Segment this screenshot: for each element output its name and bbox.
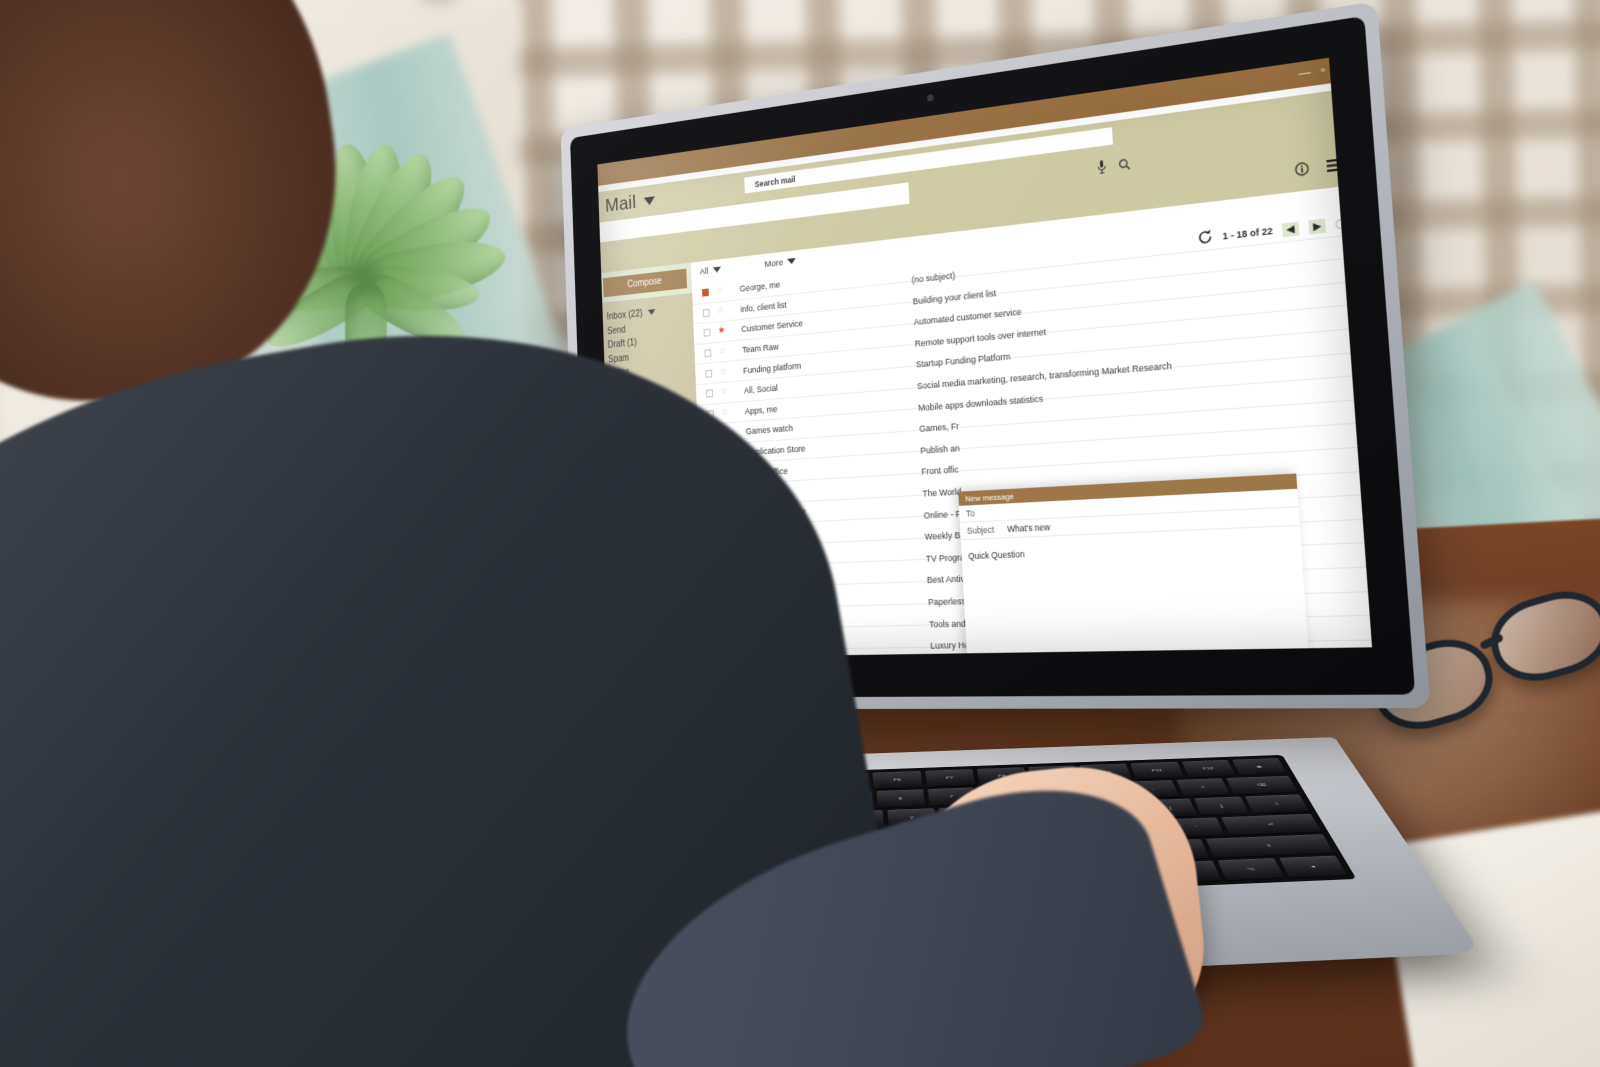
row-checkbox[interactable]: [703, 329, 711, 338]
close-button[interactable]: X: [1334, 61, 1343, 75]
keyboard-key[interactable]: ⌫: [1226, 775, 1298, 795]
more-actions-dropdown[interactable]: More: [764, 256, 797, 270]
compose-body-textarea[interactable]: Quick Question: [961, 526, 1318, 659]
webcam-icon: [926, 93, 934, 102]
keyboard-key[interactable]: ◂: [1279, 855, 1348, 878]
app-title: Mail: [604, 191, 637, 217]
sidebar-item-label: Draft (1): [607, 337, 638, 351]
row-checkbox[interactable]: [704, 349, 712, 358]
star-icon[interactable]: ★: [718, 326, 726, 337]
chevron-down-icon[interactable]: [647, 305, 656, 320]
email-subject: Luxury Ho: [930, 640, 970, 651]
search-icon[interactable]: [1118, 157, 1131, 173]
select-all-label: All: [699, 265, 709, 277]
more-label: More: [764, 257, 784, 270]
minimize-button[interactable]: —: [1298, 65, 1311, 79]
compose-subject-label: Subject: [966, 524, 995, 536]
info-icon[interactable]: [1294, 161, 1309, 179]
compose-to-label: To: [965, 508, 975, 519]
keyboard-key[interactable]: F11: [1130, 761, 1185, 780]
star-icon[interactable]: ☆: [720, 387, 728, 398]
keyboard-key[interactable]: \: [1244, 794, 1310, 814]
keyboard-key[interactable]: ⏏: [1231, 758, 1288, 776]
email-sender: Games watch: [745, 423, 794, 437]
keyboard-key[interactable]: ⇧: [1205, 834, 1334, 858]
keyboard-key[interactable]: F7: [924, 769, 976, 787]
star-icon[interactable]: ☆: [716, 285, 724, 296]
keyboard-key[interactable]: 6: [876, 789, 925, 808]
keyboard-key[interactable]: F6: [872, 771, 923, 789]
compose-window-title: New message: [964, 491, 1015, 503]
chevron-down-icon[interactable]: [643, 195, 656, 206]
star-icon[interactable]: ☆: [717, 305, 725, 316]
photo-scene: escF1F2F3F4F5F6F7F8F9F10F11F12⏏~12345678…: [0, 0, 1600, 1067]
search-placeholder: Search mail: [754, 173, 796, 189]
chevron-down-icon: [712, 266, 721, 274]
microphone-icon[interactable]: [1097, 160, 1107, 176]
row-checkbox[interactable]: [706, 389, 714, 398]
compose-minimize-button[interactable]: —: [1260, 490, 1269, 500]
row-checkbox[interactable]: [701, 288, 709, 297]
star-icon[interactable]: ☆: [719, 366, 727, 377]
maximize-button[interactable]: ▫: [1320, 63, 1325, 76]
compose-subject-value: What's new: [1007, 521, 1051, 535]
compose-window: New message — ▫ X To Subject What's new …: [958, 473, 1320, 659]
keyboard-key[interactable]: =: [1176, 778, 1230, 797]
keyboard-key[interactable]: ]: [1194, 796, 1249, 816]
keyboard-key[interactable]: ⌥: [1217, 858, 1285, 881]
star-icon[interactable]: ☆: [721, 407, 729, 418]
compose-close-button[interactable]: X: [1285, 489, 1292, 499]
compose-window-controls: — ▫ X: [1260, 489, 1292, 500]
row-checkbox[interactable]: [702, 308, 710, 318]
email-sender: Application Store: [746, 443, 806, 458]
compose-button[interactable]: Compose: [602, 268, 688, 298]
row-checkbox[interactable]: [705, 369, 713, 378]
keyboard-key[interactable]: ⏎: [1220, 813, 1322, 836]
select-all-dropdown[interactable]: All: [699, 264, 721, 277]
chevron-down-icon: [787, 257, 797, 265]
compose-maximize-button[interactable]: ▫: [1275, 490, 1279, 500]
keyboard-key[interactable]: F12: [1181, 759, 1236, 778]
hamburger-menu-icon[interactable]: [1326, 157, 1347, 175]
star-icon[interactable]: ☆: [718, 346, 726, 357]
